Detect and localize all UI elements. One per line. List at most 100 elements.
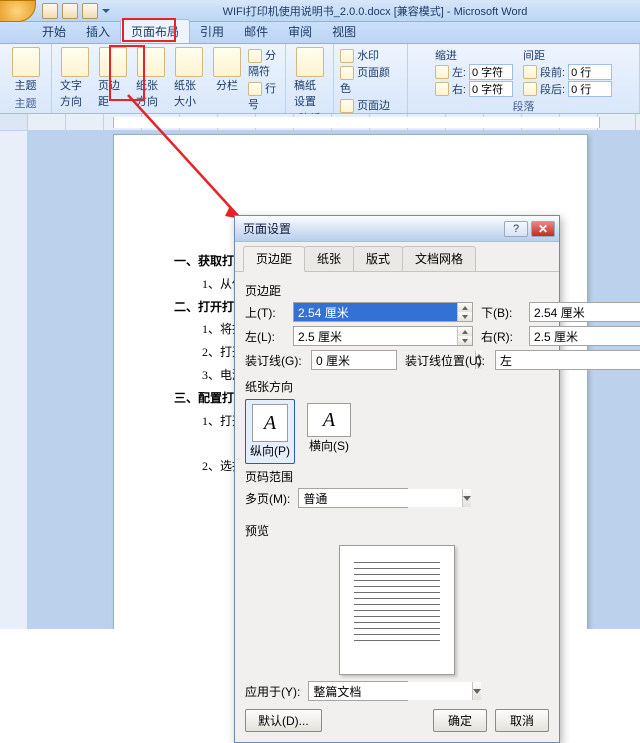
spinner-down-icon[interactable]	[458, 336, 472, 345]
watermark-icon	[340, 49, 354, 63]
spacing-after-field[interactable]: 段后:	[523, 81, 612, 97]
top-spinner[interactable]	[293, 302, 473, 322]
dialog-tab-paper[interactable]: 纸张	[304, 246, 354, 271]
multiple-pages-combo[interactable]	[298, 488, 408, 508]
gutter-pos-label: 装订线位置(U):	[405, 352, 487, 369]
chevron-down-icon[interactable]	[472, 682, 481, 700]
landscape-icon: A	[307, 403, 351, 437]
dialog-title: 页面设置	[243, 220, 291, 237]
vertical-ruler[interactable]	[0, 131, 28, 629]
office-button[interactable]	[0, 0, 36, 22]
annotation-arrow	[126, 118, 127, 119]
columns-icon	[213, 47, 241, 77]
text-direction-button[interactable]: 文字方向	[58, 47, 92, 109]
document-title: WIFI打印机使用说明书_2.0.0.docx [兼容模式] - Microso…	[110, 3, 640, 19]
spacing-before-field[interactable]: 段前:	[523, 64, 612, 80]
tab-insert[interactable]: 插入	[76, 20, 120, 43]
ribbon-tabs: 开始 插入 页面布局 引用 邮件 审阅 视图	[0, 22, 640, 44]
bottom-input[interactable]	[530, 303, 640, 321]
orientation-icon	[137, 47, 165, 77]
gutter-pos-input[interactable]	[496, 351, 640, 369]
spacing-after-icon	[523, 82, 537, 96]
margins-icon	[99, 47, 127, 77]
dialog-tab-gridlines[interactable]: 文档网格	[402, 246, 476, 271]
columns-button[interactable]: 分栏	[210, 47, 244, 93]
dialog-help-button[interactable]: ?	[504, 221, 528, 237]
breaks-button[interactable]: 分隔符	[248, 47, 279, 79]
apply-to-combo[interactable]	[308, 681, 408, 701]
group-paragraph-label: 段落	[513, 97, 535, 114]
undo-icon[interactable]	[62, 3, 78, 19]
default-button[interactable]: 默认(D)...	[245, 709, 322, 732]
indent-header: 缩进	[435, 47, 513, 63]
watermark-label: 水印	[357, 50, 379, 62]
dialog-tab-layout[interactable]: 版式	[353, 246, 403, 271]
spacing-before-input[interactable]	[568, 64, 612, 80]
landscape-label: 横向(S)	[309, 437, 349, 454]
section-pages-title: 页码范围	[245, 468, 549, 485]
section-orientation-title: 纸张方向	[245, 378, 549, 395]
gutter-label: 装订线(G):	[245, 352, 303, 369]
manuscript-label: 稿纸设置	[294, 77, 325, 109]
indent-right-field[interactable]: 右:	[435, 81, 513, 97]
indent-left-input[interactable]	[469, 64, 513, 80]
group-manuscript: 稿纸设置 稿纸	[286, 44, 334, 113]
tab-mailings[interactable]: 邮件	[234, 20, 278, 43]
breaks-icon	[248, 49, 262, 63]
cancel-button[interactable]: 取消	[495, 709, 549, 732]
group-themes-label: 主题	[15, 94, 37, 111]
portrait-label: 纵向(P)	[250, 442, 290, 459]
right-label: 右(R):	[481, 328, 521, 345]
spinner-down-icon[interactable]	[458, 312, 472, 321]
gutter-pos-combo[interactable]	[495, 350, 640, 370]
orientation-landscape[interactable]: A 横向(S)	[303, 399, 355, 458]
horizontal-ruler[interactable]	[0, 114, 640, 131]
spacing-header: 间距	[523, 47, 612, 63]
text-direction-icon	[61, 47, 89, 77]
save-icon[interactable]	[42, 3, 58, 19]
spinner-up-icon[interactable]	[458, 327, 472, 336]
top-input[interactable]	[294, 303, 457, 321]
dialog-close-button[interactable]: ✕	[531, 221, 555, 237]
columns-label: 分栏	[216, 77, 238, 93]
spacing-after-input[interactable]	[568, 81, 612, 97]
chevron-down-icon[interactable]	[462, 489, 471, 507]
tab-references[interactable]: 引用	[190, 20, 234, 43]
tab-home[interactable]: 开始	[32, 20, 76, 43]
watermark-button[interactable]: 水印	[340, 47, 401, 63]
left-input[interactable]	[294, 327, 457, 345]
multiple-pages-label: 多页(M):	[245, 490, 290, 507]
spinner-up-icon[interactable]	[458, 303, 472, 312]
gutter-spinner[interactable]	[311, 350, 397, 370]
section-preview-title: 预览	[245, 522, 549, 539]
bottom-spinner[interactable]	[529, 302, 640, 322]
ok-button[interactable]: 确定	[433, 709, 487, 732]
right-spinner[interactable]	[529, 326, 640, 346]
redo-icon[interactable]	[82, 3, 98, 19]
margins-button[interactable]: 页边距	[96, 47, 130, 109]
right-input[interactable]	[530, 327, 640, 345]
tab-review[interactable]: 审阅	[278, 20, 322, 43]
manuscript-settings-button[interactable]: 稿纸设置	[292, 47, 327, 109]
group-themes: 主题 主题	[0, 44, 52, 113]
orientation-portrait[interactable]: A 纵向(P)	[245, 399, 295, 464]
ribbon: 主题 主题 文字方向 页边距 纸张方向 纸张大小	[0, 44, 640, 114]
multiple-pages-input[interactable]	[299, 489, 462, 507]
qat-dropdown-icon[interactable]	[102, 7, 110, 15]
dialog-tab-margins[interactable]: 页边距	[243, 246, 305, 272]
size-icon	[175, 47, 203, 77]
page-setup-dialog: 页面设置 ? ✕ 页边距 纸张 版式 文档网格 页边距 上(T): 下(B): …	[234, 215, 560, 743]
indent-left-field[interactable]: 左:	[435, 64, 513, 80]
dialog-titlebar[interactable]: 页面设置 ? ✕	[235, 216, 559, 242]
indent-left-icon	[435, 65, 449, 79]
tab-view[interactable]: 视图	[322, 20, 366, 43]
portrait-icon: A	[252, 404, 288, 442]
indent-right-input[interactable]	[469, 81, 513, 97]
margins-label: 页边距	[98, 77, 128, 109]
themes-button[interactable]: 主题	[9, 47, 43, 93]
preview-icon	[339, 545, 455, 675]
apply-to-input[interactable]	[309, 682, 472, 700]
left-spinner[interactable]	[293, 326, 473, 346]
tab-page-layout[interactable]: 页面布局	[120, 19, 190, 43]
page-color-button[interactable]: 页面颜色	[340, 64, 401, 96]
